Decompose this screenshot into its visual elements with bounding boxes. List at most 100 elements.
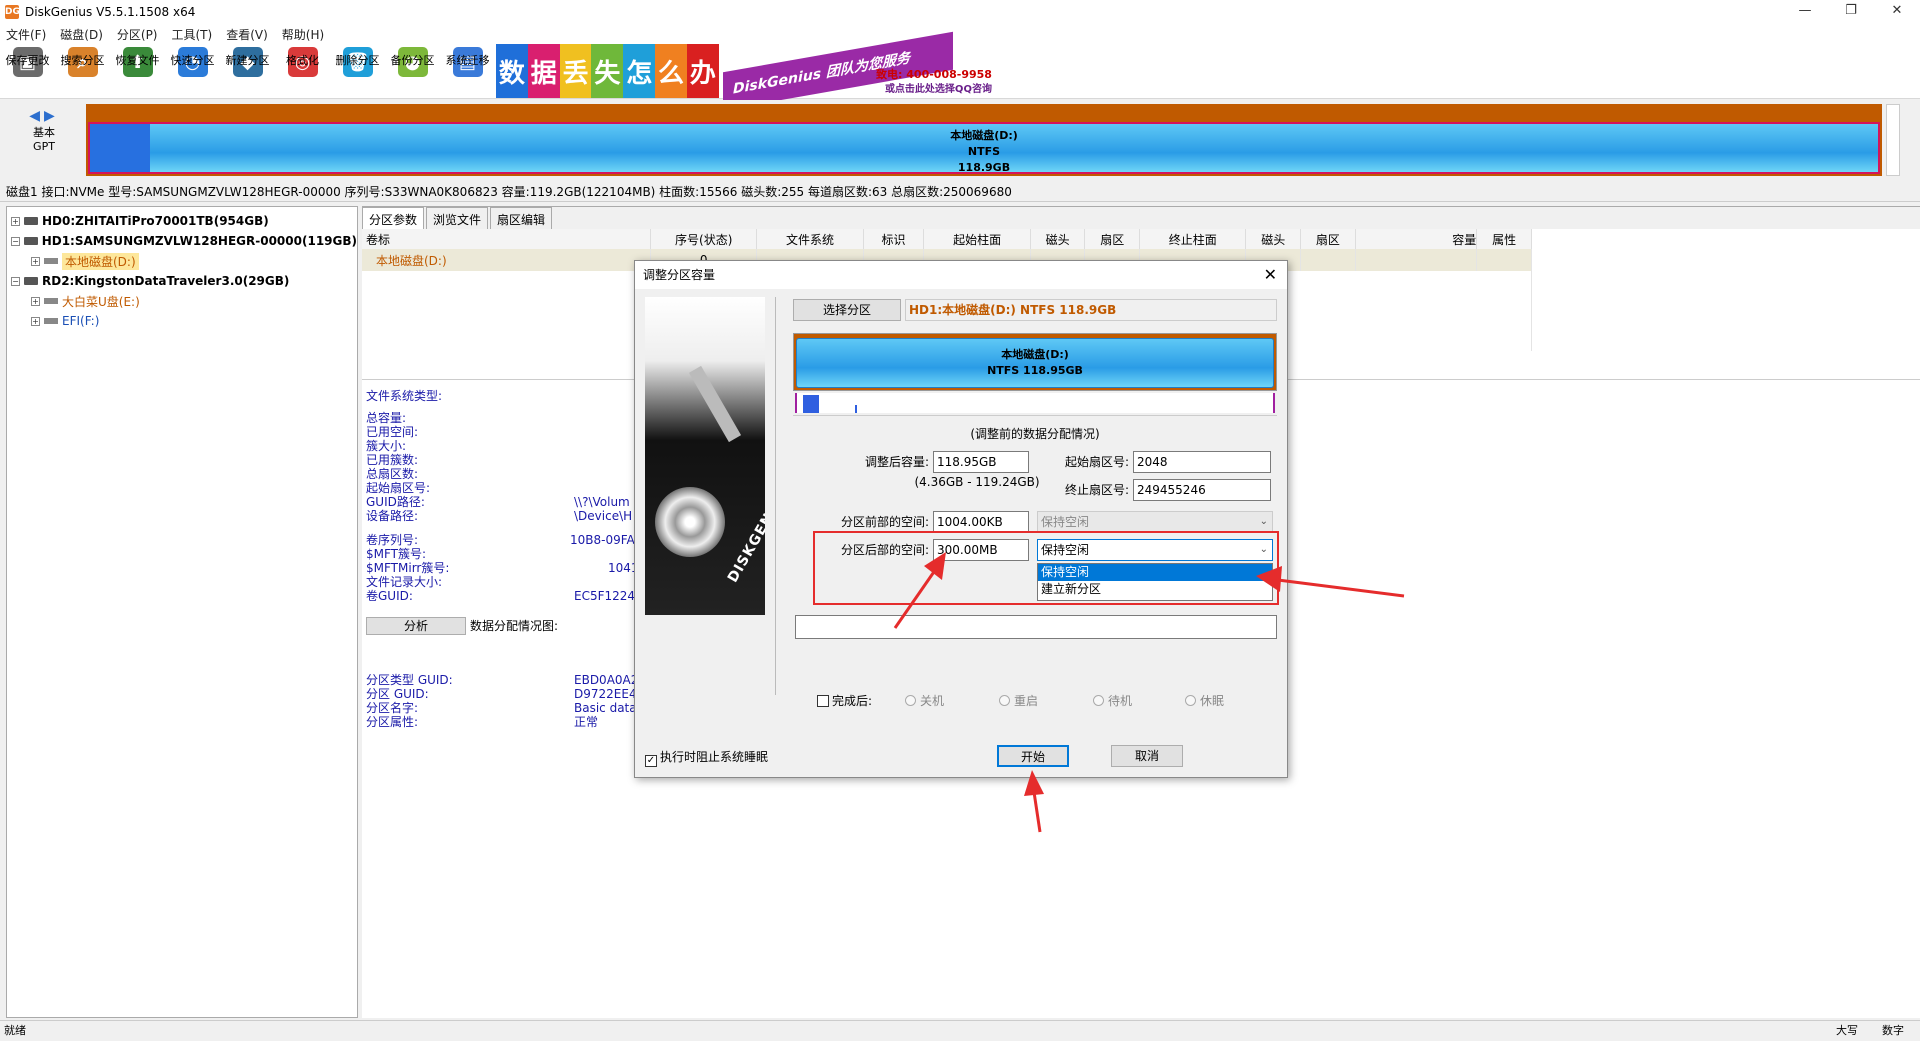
menu-help[interactable]: 帮助(H) <box>282 26 324 43</box>
partition-block-fs: NTFS <box>967 145 1001 158</box>
menu-file[interactable]: 文件(F) <box>6 26 46 43</box>
toolbar-label: 保存更改 <box>5 54 50 67</box>
banner-qq-link[interactable]: 或点击此处选择QQ咨询 <box>885 80 992 95</box>
tree-node-partition-d[interactable]: + 本地磁盘(D:) <box>7 251 357 271</box>
info-label: 分区类型 GUID: <box>366 673 453 687</box>
dialog-close-icon[interactable]: ✕ <box>1264 265 1277 284</box>
prevent-sleep-label: 执行时阻止系统睡眠 <box>660 750 769 764</box>
menu-tools[interactable]: 工具(T) <box>172 26 213 43</box>
info-label: 起始扇区号: <box>366 481 431 495</box>
banner-char: 办 <box>686 44 719 98</box>
radio-label: 关机 <box>920 694 945 708</box>
disk-map[interactable]: 本地磁盘(D:) NTFS 118.9GB <box>86 104 1882 176</box>
tab-browse-files[interactable]: 浏览文件 <box>426 207 489 229</box>
tree-node-rd2[interactable]: − RD2:KingstonDataTraveler3.0(29GB) <box>7 271 357 291</box>
prevent-sleep-checkbox[interactable]: ✓ 执行时阻止系统睡眠 <box>645 749 768 767</box>
menu-partition[interactable]: 分区(P) <box>117 26 158 43</box>
col-head-2: 磁头 <box>1245 229 1302 249</box>
expand-icon[interactable]: + <box>31 316 40 326</box>
tree-node-partition-e[interactable]: + 大白菜U盘(E:) <box>7 291 357 311</box>
tab-sector-edit[interactable]: 扇区编辑 <box>490 207 553 229</box>
col-volume: 卷标 <box>362 229 652 249</box>
radio-label: 重启 <box>1014 694 1039 708</box>
before-space-input[interactable]: 1004.00KB <box>933 511 1029 533</box>
menu-disk[interactable]: 磁盘(D) <box>60 26 103 43</box>
size-input[interactable]: 118.95GB <box>933 451 1029 473</box>
radio-button[interactable] <box>999 695 1010 706</box>
preview-fs-size: NTFS 118.95GB <box>987 364 1083 377</box>
system-migrate-button[interactable]: ▤ 系统迁移 <box>440 44 495 98</box>
new-partition-button[interactable]: ◆ 新建分区 <box>220 44 275 98</box>
format-button[interactable]: ◎ 格式化 <box>275 44 330 98</box>
analyze-button[interactable]: 分析 <box>366 617 466 635</box>
banner-char: 数 <box>496 44 528 98</box>
maximize-button[interactable]: ❐ <box>1828 0 1874 24</box>
tab-partition-params[interactable]: 分区参数 <box>362 207 425 229</box>
banner-char: 丢 <box>559 44 592 98</box>
search-partition-button[interactable]: ⌕ 搜索分区 <box>55 44 110 98</box>
disk-map-area: ◀▶ 基本 GPT 本地磁盘(D:) NTFS 118.9GB <box>0 100 1920 180</box>
radio-shutdown[interactable]: 关机 <box>905 693 944 709</box>
cell <box>1355 249 1478 271</box>
divider <box>793 415 1277 416</box>
info-label: 卷GUID: <box>366 589 413 603</box>
fs-info-labels-3: 分区类型 GUID: 分区 GUID: 分区名字: 分区属性: <box>366 673 453 729</box>
title-bar: DG DiskGenius V5.5.1.1508 x64 — ❐ ✕ <box>0 0 1920 24</box>
minimize-button[interactable]: — <box>1782 0 1828 24</box>
col-fs: 文件系统 <box>756 229 864 249</box>
menu-bar: 文件(F) 磁盘(D) 分区(P) 工具(T) 查看(V) 帮助(H) <box>0 24 1920 44</box>
radio-restart[interactable]: 重启 <box>999 693 1038 709</box>
collapse-icon[interactable]: − <box>11 276 20 286</box>
fs-info-labels-2: 卷序列号: $MFT簇号: $MFTMirr簇号: 文件记录大小: 卷GUID: <box>366 533 449 603</box>
quick-partition-button[interactable]: ◔ 快速分区 <box>165 44 220 98</box>
volume-guid-value: EC5F1224- <box>574 589 640 603</box>
tree-node-label: EFI(F:) <box>62 314 100 328</box>
tree-node-partition-f[interactable]: + EFI(F:) <box>7 311 357 331</box>
radio-button[interactable] <box>905 695 916 706</box>
selected-partition-label: HD1:本地磁盘(D:) NTFS 118.9GB <box>905 299 1277 321</box>
disk-nav-arrows[interactable]: ◀▶ <box>24 108 64 124</box>
expand-icon[interactable]: + <box>31 296 40 306</box>
expand-icon[interactable]: + <box>31 256 40 266</box>
save-changes-button[interactable]: ▣ 保存更改 <box>0 44 55 98</box>
checkbox-box[interactable] <box>817 695 829 707</box>
data-allocation-label: 数据分配情况图: <box>470 619 559 633</box>
info-label: 分区 GUID: <box>366 687 429 701</box>
cancel-button[interactable]: 取消 <box>1111 745 1183 767</box>
end-sector-input[interactable]: 249455246 <box>1133 479 1271 501</box>
toolbar-label: 备份分区 <box>390 54 435 67</box>
before-space-select: 保持空闲 ⌄ <box>1037 511 1273 533</box>
menu-view[interactable]: 查看(V) <box>226 26 268 43</box>
start-sector-input[interactable]: 2048 <box>1133 451 1271 473</box>
col-head: 磁头 <box>1030 229 1086 249</box>
disk-partition-block[interactable]: 本地磁盘(D:) NTFS 118.9GB <box>88 122 1880 174</box>
partition-block-text: 本地磁盘(D:) NTFS 118.9GB <box>90 128 1878 176</box>
tree-node-hd1[interactable]: − HD1:SAMSUNGMZVLW128HEGR-00000(119GB) <box>7 231 357 251</box>
progress-field <box>795 615 1277 639</box>
recover-files-button[interactable]: ⬆ 恢复文件 <box>110 44 165 98</box>
disk-icon <box>24 277 38 285</box>
expand-icon[interactable]: + <box>11 216 20 226</box>
delete-partition-button[interactable]: 🗑 删除分区 <box>330 44 385 98</box>
start-button[interactable]: 开始 <box>997 745 1069 767</box>
info-label: 分区属性: <box>366 715 419 729</box>
hdd-arm <box>688 365 742 443</box>
num-indicator: 数字 <box>1882 1024 1904 1037</box>
close-window-button[interactable]: ✕ <box>1874 0 1920 24</box>
radio-hibernate[interactable]: 休眠 <box>1185 693 1224 709</box>
radio-standby[interactable]: 待机 <box>1093 693 1132 709</box>
caps-indicator: 大写 <box>1836 1024 1858 1037</box>
ad-banner[interactable]: 数 据 丢 失 怎 么 办 DiskGenius 团队为您服务 致电: 400-… <box>496 31 996 111</box>
done-after-checkbox[interactable]: 完成后: <box>817 693 872 709</box>
select-partition-button[interactable]: 选择分区 <box>793 299 901 321</box>
disk-map-scrollbar[interactable] <box>1886 104 1900 176</box>
partition-preview-bar[interactable]: 本地磁盘(D:) NTFS 118.95GB <box>793 333 1277 391</box>
radio-button[interactable] <box>1093 695 1104 706</box>
fs-info-values-1: \\?\Volum \Device\H <box>574 495 632 523</box>
dialog-title: 调整分区容量 <box>635 261 1287 289</box>
backup-partition-button[interactable]: ◕ 备份分区 <box>385 44 440 98</box>
tree-node-hd0[interactable]: + HD0:ZHITAITiPro70001TB(954GB) <box>7 211 357 231</box>
radio-button[interactable] <box>1185 695 1196 706</box>
checkbox-box[interactable]: ✓ <box>645 755 657 767</box>
collapse-icon[interactable]: − <box>11 236 20 246</box>
